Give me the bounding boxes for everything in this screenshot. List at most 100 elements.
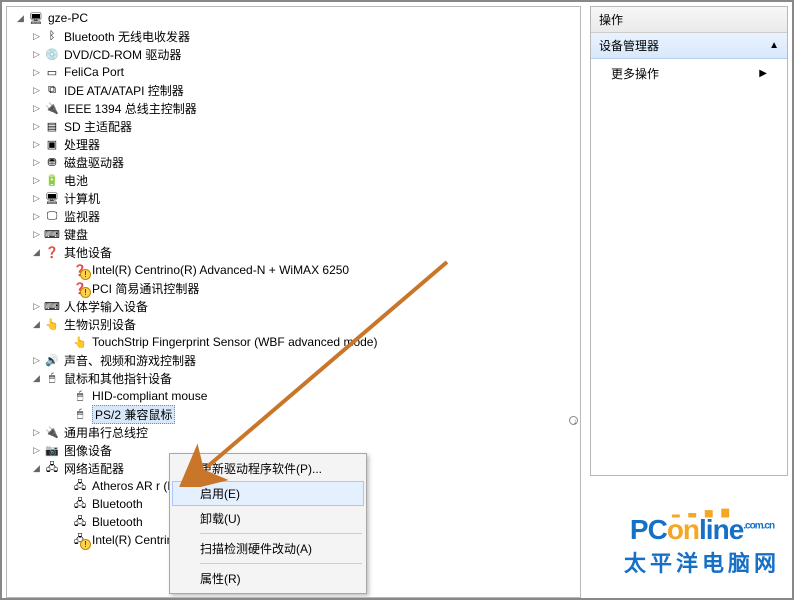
tree-device-pci-comm[interactable]: ▷❓PCI 简易通讯控制器 bbox=[11, 279, 576, 297]
network-icon: 🖧 bbox=[72, 478, 88, 494]
tree-item-label: 磁盘驱动器 bbox=[64, 154, 124, 171]
expander-icon[interactable]: ▷ bbox=[31, 157, 42, 168]
expander-icon[interactable]: ▷ bbox=[31, 85, 42, 96]
usb-icon: 🔌 bbox=[44, 424, 60, 440]
tree-item-label: FeliCa Port bbox=[64, 65, 124, 79]
expander-icon[interactable]: ◢ bbox=[31, 373, 42, 384]
tree-item-label: HID-compliant mouse bbox=[92, 389, 207, 403]
tree-category-sd[interactable]: ▷▤SD 主适配器 bbox=[11, 117, 576, 135]
tree-category-ide[interactable]: ▷⧉IDE ATA/ATAPI 控制器 bbox=[11, 81, 576, 99]
tree-item-label: 人体学输入设备 bbox=[64, 298, 148, 315]
logo-pc: PC bbox=[630, 514, 667, 545]
tree-category-cpu[interactable]: ▷▣处理器 bbox=[11, 135, 576, 153]
logo-suffix: .com.cn bbox=[743, 521, 774, 532]
expander-icon[interactable]: ▷ bbox=[31, 49, 42, 60]
tree-item-label: 处理器 bbox=[64, 136, 100, 153]
expander-icon[interactable]: ▷ bbox=[31, 211, 42, 222]
bluetooth-icon: ᛒ bbox=[44, 28, 60, 44]
tree-category-hid[interactable]: ▷⌨人体学输入设备 bbox=[11, 297, 576, 315]
other-icon: ❓ bbox=[44, 244, 60, 260]
expander-icon[interactable]: ◢ bbox=[15, 13, 26, 24]
actions-item-more[interactable]: 更多操作 ▶ bbox=[591, 59, 787, 88]
network-icon: 🖧 bbox=[72, 496, 88, 512]
tree-category-biometric[interactable]: ◢👆生物识别设备 bbox=[11, 315, 576, 333]
expander-icon[interactable]: ▷ bbox=[31, 229, 42, 240]
tree-category-other[interactable]: ◢❓其他设备 bbox=[11, 243, 576, 261]
network-icon: 🖧 bbox=[44, 460, 60, 476]
tree-item-label: Bluetooth 无线电收发器 bbox=[64, 28, 190, 45]
computer-icon: 🖥 bbox=[44, 190, 60, 206]
actions-sub-label: 设备管理器 bbox=[599, 37, 659, 54]
tree-category-battery[interactable]: ▷🔋电池 bbox=[11, 171, 576, 189]
expander-icon[interactable]: ◢ bbox=[31, 463, 42, 474]
tree-item-label: 键盘 bbox=[64, 226, 88, 243]
tree-category-bluetooth[interactable]: ▷ᛒBluetooth 无线电收发器 bbox=[11, 27, 576, 45]
device-tree-panel: ◢🖥gze-PC▷ᛒBluetooth 无线电收发器▷💿DVD/CD-ROM 驱… bbox=[6, 6, 581, 598]
menu-item-update-driver[interactable]: 更新驱动程序软件(P)... bbox=[172, 456, 364, 481]
other-icon: ❓ bbox=[72, 262, 88, 278]
tree-category-dvd[interactable]: ▷💿DVD/CD-ROM 驱动器 bbox=[11, 45, 576, 63]
expander-icon[interactable]: ▷ bbox=[31, 31, 42, 42]
menu-item-enable[interactable]: 启用(E) bbox=[172, 481, 364, 506]
menu-item-uninstall[interactable]: 卸载(U) bbox=[172, 506, 364, 531]
expander-icon[interactable]: ▷ bbox=[31, 445, 42, 456]
actions-sub-device-manager[interactable]: 设备管理器 ▲ bbox=[591, 33, 787, 59]
tree-item-label: DVD/CD-ROM 驱动器 bbox=[64, 46, 181, 63]
tree-root[interactable]: ◢🖥gze-PC bbox=[11, 9, 576, 27]
menu-item-scan-hw[interactable]: 扫描检测硬件改动(A) bbox=[172, 536, 364, 561]
tree-category-usb[interactable]: ▷🔌通用串行总线控 bbox=[11, 423, 576, 441]
ieee1394-icon: 🔌 bbox=[44, 100, 60, 116]
tree-device-ps2-mouse[interactable]: ▷🖱PS/2 兼容鼠标 bbox=[11, 405, 576, 423]
tree-item-label: Intel(R) Centrino(R) Advanced-N + WiMAX … bbox=[92, 263, 349, 277]
tree-item-label: PCI 简易通讯控制器 bbox=[92, 280, 199, 297]
tree-item-label: Bluetooth bbox=[92, 497, 143, 511]
tree-category-mouse[interactable]: ◢🖱鼠标和其他指针设备 bbox=[11, 369, 576, 387]
mouse-icon: 🖱 bbox=[72, 406, 88, 422]
expander-icon[interactable]: ▷ bbox=[31, 355, 42, 366]
network-icon: 🖧 bbox=[72, 514, 88, 530]
tree-category-felica[interactable]: ▷▭FeliCa Port bbox=[11, 63, 576, 81]
expander-icon[interactable]: ▷ bbox=[31, 301, 42, 312]
logo-on: on bbox=[667, 514, 699, 545]
tree-device-centrino-wimax[interactable]: ▷❓Intel(R) Centrino(R) Advanced-N + WiMA… bbox=[11, 261, 576, 279]
image-icon: 📷 bbox=[44, 442, 60, 458]
tree-device-fingerprint[interactable]: ▷👆TouchStrip Fingerprint Sensor (WBF adv… bbox=[11, 333, 576, 351]
tree-item-label: gze-PC bbox=[48, 11, 88, 25]
actions-panel: 操作 设备管理器 ▲ 更多操作 ▶ bbox=[590, 6, 788, 476]
tree-item-label: 图像设备 bbox=[64, 442, 112, 459]
logo-line: line bbox=[699, 514, 743, 545]
tree-category-monitor[interactable]: ▷🖵监视器 bbox=[11, 207, 576, 225]
biometric-icon: 👆 bbox=[72, 334, 88, 350]
actions-header: 操作 bbox=[591, 7, 787, 33]
collapse-icon: ▲ bbox=[769, 40, 779, 51]
tree-item-label: PS/2 兼容鼠标 bbox=[92, 405, 175, 424]
expander-icon[interactable]: ▷ bbox=[31, 67, 42, 78]
expander-icon[interactable]: ▷ bbox=[31, 427, 42, 438]
watermark-logo: ▂ ▃ ▅ ▆ PConline.com.cn 太平洋电脑网 bbox=[624, 507, 780, 578]
tree-category-computer[interactable]: ▷🖥计算机 bbox=[11, 189, 576, 207]
expander-icon[interactable]: ▷ bbox=[31, 193, 42, 204]
menu-item-properties[interactable]: 属性(R) bbox=[172, 566, 364, 591]
tree-category-audio[interactable]: ▷🔊声音、视频和游戏控制器 bbox=[11, 351, 576, 369]
tree-item-label: 鼠标和其他指针设备 bbox=[64, 370, 172, 387]
tree-category-keyboard[interactable]: ▷⌨键盘 bbox=[11, 225, 576, 243]
network-icon: 🖧 bbox=[72, 532, 88, 548]
tree-item-label: 通用串行总线控 bbox=[64, 424, 148, 441]
expander-icon[interactable]: ▷ bbox=[31, 103, 42, 114]
monitor-icon: 🖵 bbox=[44, 208, 60, 224]
menu-separator bbox=[200, 563, 362, 564]
tree-item-label: 电池 bbox=[64, 172, 88, 189]
tree-item-label: TouchStrip Fingerprint Sensor (WBF advan… bbox=[92, 335, 377, 349]
tree-item-label: 网络适配器 bbox=[64, 460, 124, 477]
expander-icon[interactable]: ▷ bbox=[31, 139, 42, 150]
tree-category-ieee1394[interactable]: ▷🔌IEEE 1394 总线主控制器 bbox=[11, 99, 576, 117]
mouse-icon: 🖱 bbox=[72, 388, 88, 404]
expander-icon[interactable]: ▷ bbox=[31, 175, 42, 186]
tree-item-label: IEEE 1394 总线主控制器 bbox=[64, 100, 197, 117]
expander-icon[interactable]: ◢ bbox=[31, 247, 42, 258]
tree-device-hid-mouse[interactable]: ▷🖱HID-compliant mouse bbox=[11, 387, 576, 405]
expander-icon[interactable]: ▷ bbox=[31, 121, 42, 132]
tree-category-disk[interactable]: ▷⛃磁盘驱动器 bbox=[11, 153, 576, 171]
expander-icon[interactable]: ◢ bbox=[31, 319, 42, 330]
ide-icon: ⧉ bbox=[44, 82, 60, 98]
